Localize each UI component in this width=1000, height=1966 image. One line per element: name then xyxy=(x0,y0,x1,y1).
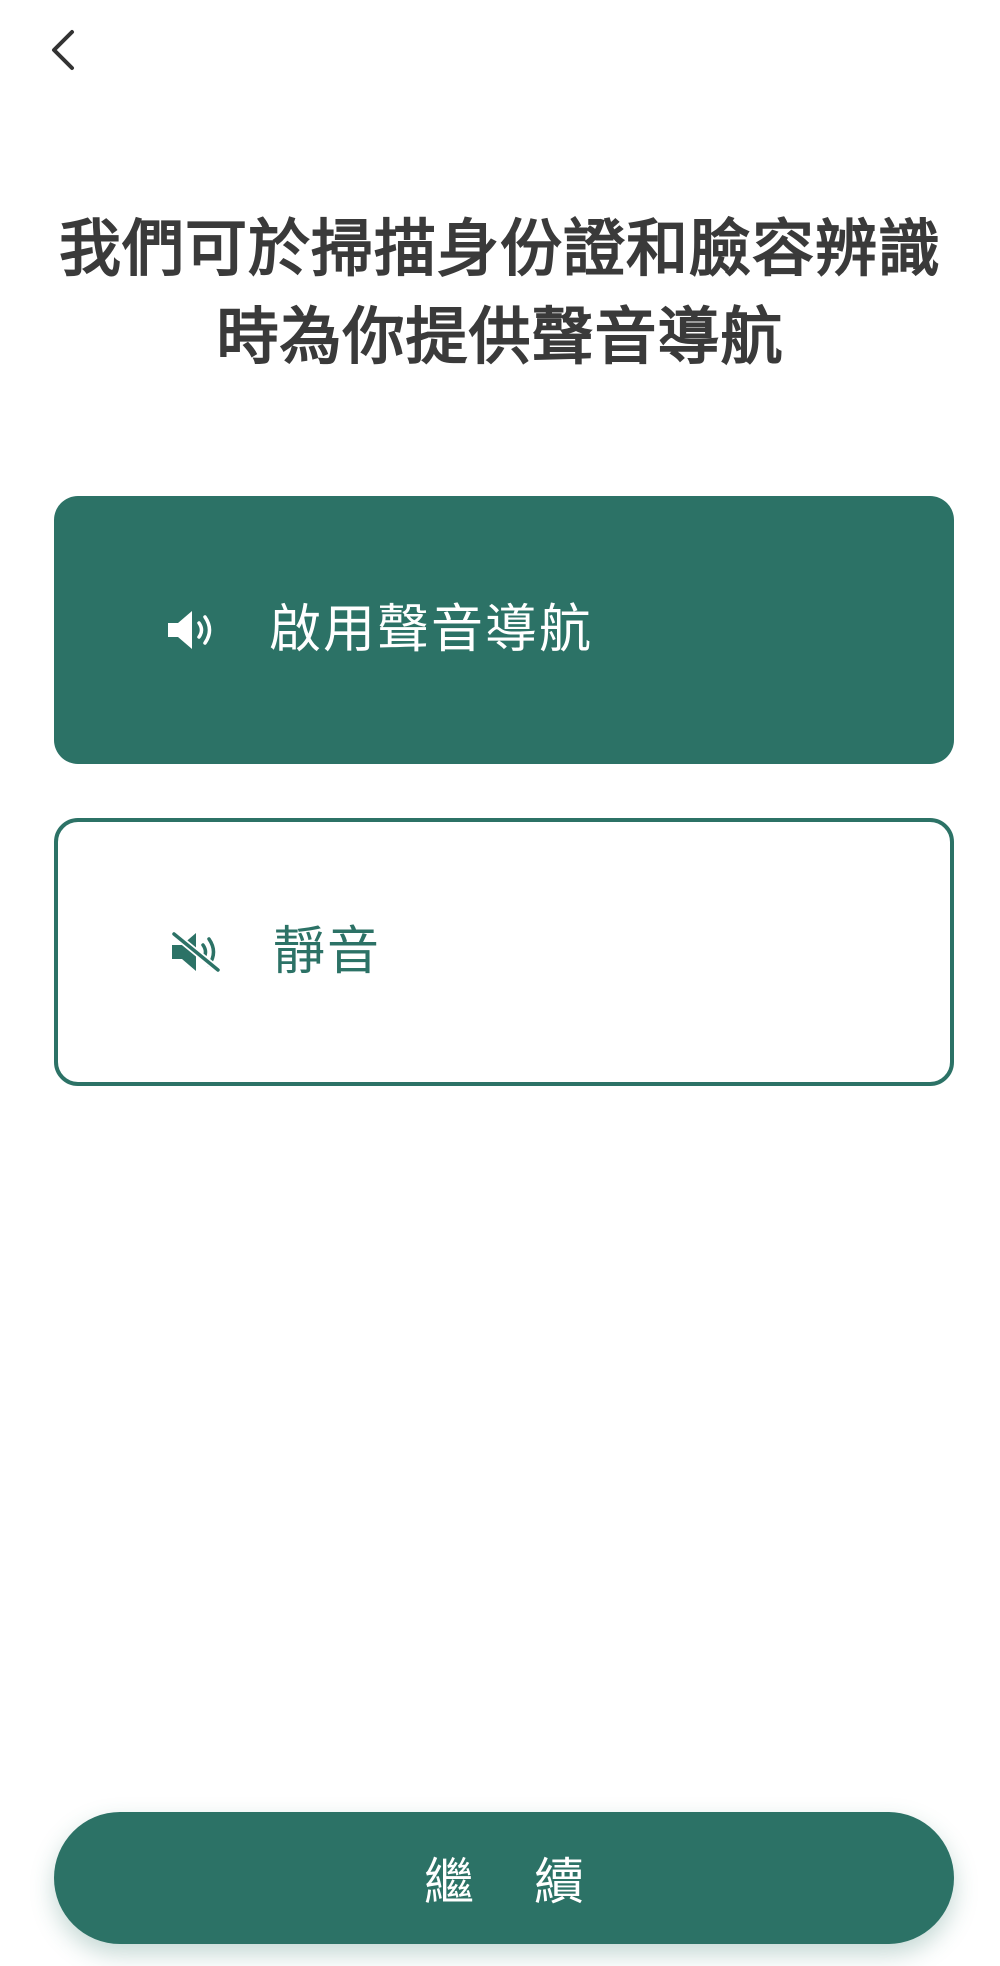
mute-label: 靜音 xyxy=(273,922,382,982)
voice-guidance-screen: 我們可於掃描身份證和臉容辨識 時為你提供聲音導航 啟用聲音導航 靜音 繼 續 xyxy=(0,0,1000,1966)
enable-voice-guidance-label: 啟用聲音導航 xyxy=(269,600,594,660)
continue-label: 繼 續 xyxy=(424,1853,606,1911)
speaker-on-icon xyxy=(164,602,220,658)
page-title-line-1: 我們可於掃描身份證和臉容辨識 xyxy=(58,212,941,285)
page-title-line-2: 時為你提供聲音導航 xyxy=(216,300,784,373)
mute-button[interactable]: 靜音 xyxy=(54,818,954,1086)
chevron-left-icon xyxy=(52,30,74,70)
page-title: 我們可於掃描身份證和臉容辨識 時為你提供聲音導航 xyxy=(40,205,960,381)
enable-voice-guidance-button[interactable]: 啟用聲音導航 xyxy=(54,496,954,764)
continue-button[interactable]: 繼 續 xyxy=(54,1812,954,1944)
speaker-muted-icon xyxy=(168,924,224,980)
back-button[interactable] xyxy=(36,22,92,78)
